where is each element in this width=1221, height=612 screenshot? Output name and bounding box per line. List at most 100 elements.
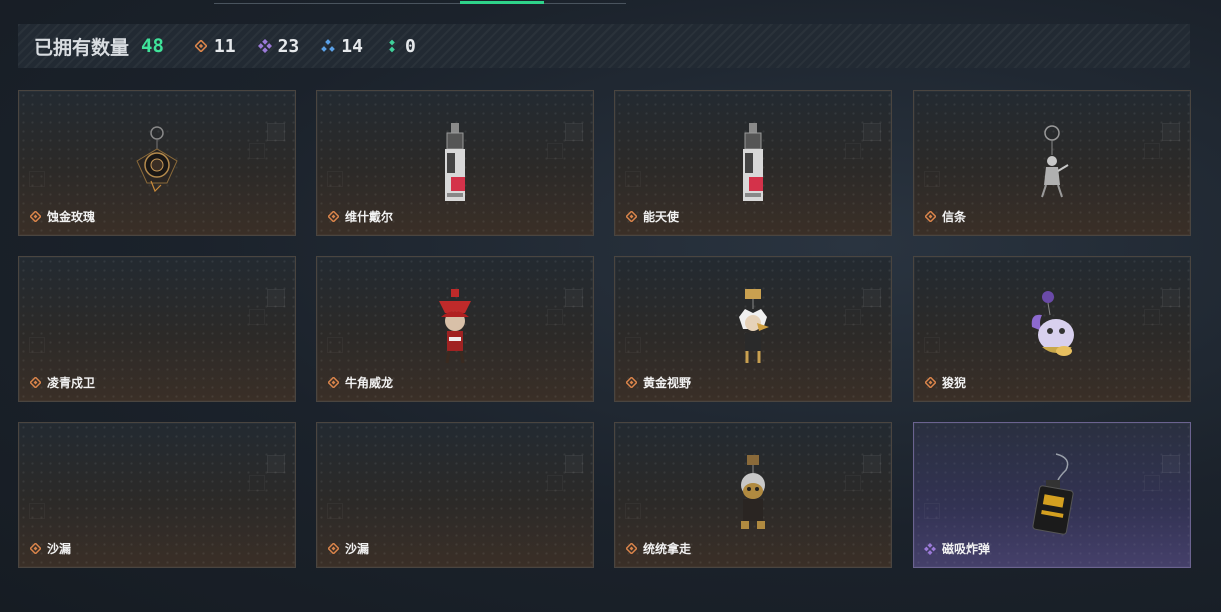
item-name: 磁吸炸弹 <box>942 542 991 556</box>
item-name: 凌青戍卫 <box>47 376 96 390</box>
card-deco <box>547 475 563 491</box>
purple-diamond-icon <box>257 39 272 53</box>
item-card[interactable]: 蚀金玫瑰 <box>18 90 296 236</box>
orange-diamond-icon <box>194 39 208 53</box>
top-tab-bar <box>214 0 626 4</box>
item-label: 维什戴尔 <box>327 208 393 225</box>
orange-diamond-icon <box>29 211 41 223</box>
purple-count: 23 <box>277 35 300 57</box>
item-label: 狻猊 <box>924 374 966 391</box>
item-card[interactable]: 牛角威龙 <box>316 256 594 402</box>
card-deco <box>863 289 881 307</box>
card-deco <box>327 171 343 187</box>
card-deco <box>267 289 285 307</box>
card-deco <box>29 171 45 187</box>
card-deco <box>863 455 881 473</box>
card-deco <box>845 143 861 159</box>
orange-diamond-icon <box>625 543 637 555</box>
owned-label: 已拥有数量 <box>34 37 130 59</box>
card-deco <box>1144 475 1160 491</box>
card-deco <box>1144 143 1160 159</box>
orange-diamond-icon <box>625 377 637 389</box>
green-count: 0 <box>404 35 416 57</box>
card-deco <box>29 337 45 353</box>
red-tag-charm-icon <box>743 123 763 201</box>
item-label: 牛角威龙 <box>327 374 393 391</box>
blue-triangle-icon <box>321 39 336 53</box>
masked-figure-charm-icon <box>741 455 765 529</box>
item-label: 信条 <box>924 208 966 225</box>
green-dots-icon <box>385 39 399 53</box>
item-card[interactable]: 沙漏 <box>316 422 594 568</box>
card-deco <box>565 455 583 473</box>
item-label: 蚀金玫瑰 <box>29 208 95 225</box>
orange-diamond-icon <box>924 377 936 389</box>
orange-diamond-icon <box>327 377 339 389</box>
orange-count: 11 <box>213 35 236 57</box>
card-deco <box>327 337 343 353</box>
card-deco <box>249 309 265 325</box>
purple-rarity-stat: 23 <box>257 35 300 57</box>
orange-diamond-icon <box>625 211 637 223</box>
card-deco <box>625 503 641 519</box>
item-label: 凌青戍卫 <box>29 374 95 391</box>
card-deco <box>924 503 940 519</box>
item-card[interactable]: 维什戴尔 <box>316 90 594 236</box>
card-deco <box>924 171 940 187</box>
silver-figure-charm-icon <box>1041 125 1069 198</box>
green-rarity-stat: 0 <box>385 36 416 57</box>
item-card[interactable]: 信条 <box>913 90 1191 236</box>
item-card[interactable]: 凌青戍卫 <box>18 256 296 402</box>
card-deco <box>267 123 285 141</box>
item-name: 能天使 <box>643 210 680 224</box>
card-deco <box>1162 123 1180 141</box>
orange-diamond-icon <box>327 543 339 555</box>
card-deco <box>249 475 265 491</box>
item-card[interactable]: 能天使 <box>614 90 892 236</box>
purple-diamond-icon <box>924 542 936 555</box>
red-hat-figure-charm-icon <box>439 289 471 364</box>
card-deco <box>267 455 285 473</box>
item-card[interactable]: 狻猊 <box>913 256 1191 402</box>
card-deco <box>29 503 45 519</box>
item-card[interactable]: 黄金视野 <box>614 256 892 402</box>
red-tag-charm-icon <box>445 123 465 201</box>
item-name: 信条 <box>942 210 967 224</box>
item-card[interactable]: 统统拿走 <box>614 422 892 568</box>
card-deco <box>327 503 343 519</box>
item-name: 统统拿走 <box>643 542 692 556</box>
bomb-device-charm-icon <box>1032 453 1074 535</box>
white-hair-figure-charm-icon <box>739 289 769 363</box>
item-name: 沙漏 <box>47 542 72 556</box>
card-deco <box>924 337 940 353</box>
owned-count: 48 <box>141 35 164 57</box>
black-rose-charm-icon <box>136 126 178 193</box>
card-deco <box>1144 309 1160 325</box>
orange-diamond-icon <box>29 543 41 555</box>
ownership-stats-bar: 已拥有数量 48 11 23 14 0 <box>18 24 1190 68</box>
card-deco <box>249 143 265 159</box>
card-deco <box>547 143 563 159</box>
card-deco <box>845 309 861 325</box>
orange-diamond-icon <box>327 211 339 223</box>
item-name: 沙漏 <box>345 542 370 556</box>
item-card[interactable]: 磁吸炸弹 <box>913 422 1191 568</box>
orange-rarity-stat: 11 <box>194 36 236 57</box>
active-tab-indicator <box>460 1 544 4</box>
card-deco <box>1162 455 1180 473</box>
card-deco <box>565 123 583 141</box>
item-label: 沙漏 <box>29 540 71 557</box>
item-name: 狻猊 <box>942 376 967 390</box>
card-deco <box>625 337 641 353</box>
card-deco <box>1162 289 1180 307</box>
orange-diamond-icon <box>924 211 936 223</box>
item-name: 蚀金玫瑰 <box>47 210 96 224</box>
purple-lion-charm-icon <box>1031 291 1074 356</box>
card-deco <box>547 309 563 325</box>
item-label: 磁吸炸弹 <box>924 540 990 557</box>
blue-rarity-stat: 14 <box>321 36 363 57</box>
item-name: 牛角威龙 <box>345 376 394 390</box>
item-card[interactable]: 沙漏 <box>18 422 296 568</box>
item-name: 维什戴尔 <box>345 210 394 224</box>
card-deco <box>845 475 861 491</box>
